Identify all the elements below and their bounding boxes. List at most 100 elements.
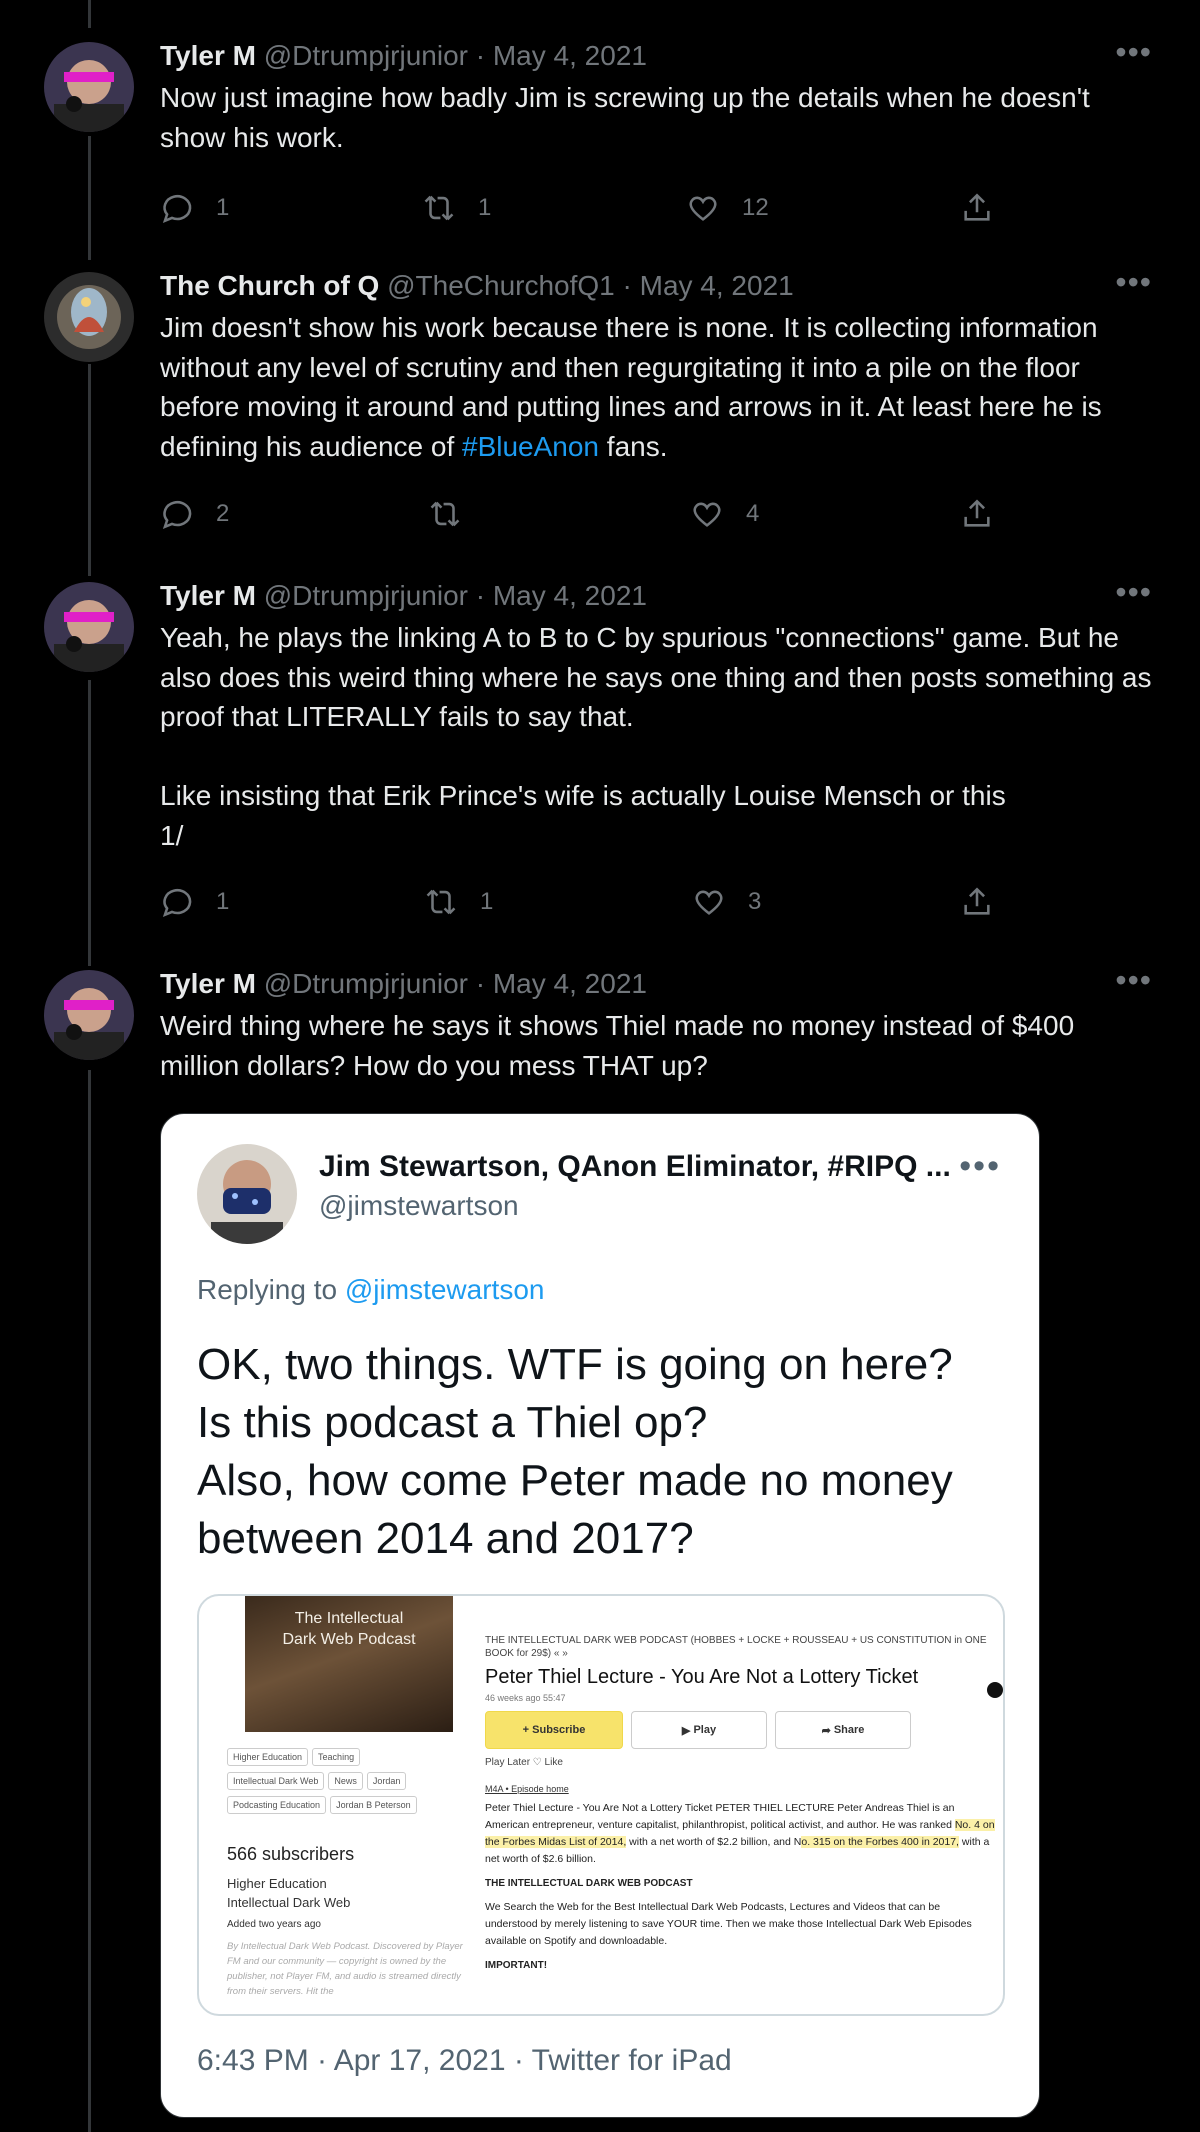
tweet-text: Now just imagine how badly Jim is screwi… bbox=[160, 82, 1098, 153]
embed-author-name: Jim Stewartson, QAnon Eliminator, #RIPQ … bbox=[319, 1150, 951, 1183]
author-meta[interactable]: @TheChurchofQ1 · May 4, 2021 bbox=[387, 270, 794, 301]
embed-tweet-text: OK, two things. WTF is going on here? Is… bbox=[197, 1340, 953, 1563]
fine-print: By Intellectual Dark Web Podcast. Discov… bbox=[227, 1941, 463, 1997]
reply-button[interactable]: 1 bbox=[160, 882, 229, 922]
share-arrow-icon: ➦ bbox=[821, 1724, 834, 1737]
tag: Intellectual Dark Web bbox=[227, 1772, 325, 1790]
play-icon: ▶ bbox=[681, 1724, 694, 1737]
author-meta[interactable]: @Dtrumpjrjunior · May 4, 2021 bbox=[264, 968, 647, 999]
retweet-count: 1 bbox=[480, 888, 494, 915]
episode-links: M4A • Episode home bbox=[485, 1784, 569, 1794]
reply-count: 1 bbox=[216, 194, 230, 221]
tag: Jordan bbox=[366, 1772, 407, 1790]
share-button[interactable] bbox=[960, 188, 1016, 228]
reply-icon bbox=[162, 195, 192, 223]
share-icon bbox=[964, 499, 990, 527]
author-name[interactable]: The Church of Q bbox=[160, 270, 379, 301]
play-later-like: Play Later ♡ Like bbox=[485, 1757, 563, 1768]
hashtag-link[interactable]: #BlueAnon bbox=[462, 431, 599, 462]
important-label: IMPORTANT! bbox=[485, 1960, 548, 1971]
highlight: o. 315 on the Forbes 400 in 2017, bbox=[801, 1836, 959, 1848]
avatar[interactable] bbox=[44, 272, 134, 362]
episode-panel: THE INTELLECTUAL DARK WEB PODCAST (HOBBE… bbox=[485, 1634, 995, 1971]
podcast-screenshot: The Intellectual Dark Web Podcast Higher… bbox=[197, 1594, 1005, 2016]
more-icon[interactable]: ••• bbox=[1115, 36, 1152, 68]
replying-to: Replying to @jimstewartson bbox=[197, 1274, 544, 1306]
author-meta[interactable]: @Dtrumpjrjunior · May 4, 2021 bbox=[264, 580, 647, 611]
author-meta[interactable]: @Dtrumpjrjunior · May 4, 2021 bbox=[264, 40, 647, 71]
tag: Higher Education bbox=[227, 1748, 309, 1766]
retweet-count: 1 bbox=[478, 194, 492, 221]
reply-button[interactable]: 1 bbox=[160, 188, 229, 228]
tweet-text: Weird thing where he says it shows Thiel… bbox=[160, 1010, 1082, 1081]
author-name[interactable]: Tyler M bbox=[160, 580, 256, 611]
play-label: Play bbox=[693, 1724, 717, 1736]
embedded-tweet-image[interactable]: Jim Stewartson, QAnon Eliminator, #RIPQ … bbox=[160, 1113, 1040, 2118]
scroll-dot-icon bbox=[987, 1682, 1003, 1698]
replying-label: Replying to bbox=[197, 1274, 345, 1305]
like-button[interactable]: 3 bbox=[692, 882, 761, 922]
like-button[interactable]: 12 bbox=[686, 188, 769, 228]
retweet-icon bbox=[424, 195, 454, 221]
more-icon[interactable]: ••• bbox=[1115, 964, 1152, 996]
episode-description: Peter Thiel Lecture - You Are Not a Lott… bbox=[485, 1800, 995, 1868]
podcast-artwork-title: The Intellectual Dark Web Podcast bbox=[282, 1610, 416, 1648]
episode-title: Peter Thiel Lecture - You Are Not a Lott… bbox=[485, 1666, 919, 1688]
podcast-name: THE INTELLECTUAL DARK WEB PODCAST (HOBBE… bbox=[485, 1635, 987, 1659]
like-count: 4 bbox=[746, 500, 760, 527]
more-icon: ••• bbox=[959, 1147, 1001, 1185]
section-heading: THE INTELLECTUAL DARK WEB PODCAST bbox=[485, 1878, 693, 1889]
like-button[interactable]: 4 bbox=[690, 494, 759, 534]
like-count: 3 bbox=[748, 888, 762, 915]
more-icon[interactable]: ••• bbox=[1115, 266, 1152, 298]
tweet-text: Yeah, he plays the linking A to B to C b… bbox=[160, 622, 1152, 851]
tweet-text: Jim doesn't show his work because there … bbox=[160, 308, 1160, 466]
share-button: ➦ Share bbox=[775, 1711, 911, 1749]
desc-part: with a net worth of $2.2 billion, and N bbox=[626, 1836, 802, 1848]
avatar[interactable] bbox=[44, 582, 134, 672]
thread-line bbox=[88, 364, 91, 576]
reply-icon bbox=[162, 501, 192, 529]
like-icon bbox=[693, 502, 721, 527]
like-icon bbox=[695, 890, 723, 915]
author-name[interactable]: Tyler M bbox=[160, 968, 256, 999]
thread-line bbox=[88, 1070, 91, 2132]
embed-author-handle: @jimstewartson bbox=[319, 1190, 519, 1221]
play-button: ▶ Play bbox=[631, 1711, 767, 1749]
author-name[interactable]: Tyler M bbox=[160, 40, 256, 71]
podcast-artwork: The Intellectual Dark Web Podcast bbox=[245, 1596, 453, 1732]
retweet-icon bbox=[426, 889, 456, 915]
like-icon bbox=[689, 196, 717, 221]
tag: News bbox=[328, 1772, 363, 1790]
categories: Higher Education Intellectual Dark Web bbox=[227, 1874, 350, 1912]
retweet-icon bbox=[430, 501, 460, 527]
retweet-button[interactable]: 1 bbox=[424, 882, 493, 922]
reply-icon bbox=[162, 889, 192, 917]
subscribe-button: + Subscribe bbox=[485, 1711, 623, 1749]
replying-mention: @jimstewartson bbox=[344, 1274, 545, 1305]
retweet-button[interactable] bbox=[428, 494, 484, 534]
avatar[interactable] bbox=[44, 970, 134, 1060]
share-icon bbox=[964, 193, 990, 221]
subscriber-count: 566 subscribers bbox=[227, 1844, 355, 1864]
category: Higher Education bbox=[227, 1876, 327, 1891]
avatar[interactable] bbox=[44, 42, 134, 132]
added-date: Added two years ago bbox=[227, 1919, 321, 1930]
tag-list: Higher Education Teaching Intellectual Da… bbox=[227, 1748, 467, 1820]
reply-button[interactable]: 2 bbox=[160, 494, 229, 534]
retweet-button[interactable]: 1 bbox=[422, 188, 491, 228]
tag: Podcasting Education bbox=[227, 1796, 327, 1814]
desc-part: Peter Thiel Lecture - You Are Not a Lott… bbox=[485, 1802, 955, 1831]
more-icon[interactable]: ••• bbox=[1115, 576, 1152, 608]
share-button[interactable] bbox=[960, 882, 1016, 922]
reply-count: 1 bbox=[216, 888, 230, 915]
share-icon bbox=[964, 887, 990, 915]
thread-line bbox=[88, 136, 91, 260]
tweet-text-part: fans. bbox=[599, 430, 668, 462]
share-button[interactable] bbox=[960, 494, 1016, 534]
reply-count: 2 bbox=[216, 500, 230, 527]
share-label: Share bbox=[833, 1724, 865, 1736]
like-count: 12 bbox=[742, 194, 769, 221]
category: Intellectual Dark Web bbox=[227, 1895, 351, 1910]
embed-timestamp: 6:43 PM · Apr 17, 2021 · Twitter for iPa… bbox=[197, 2044, 732, 2077]
